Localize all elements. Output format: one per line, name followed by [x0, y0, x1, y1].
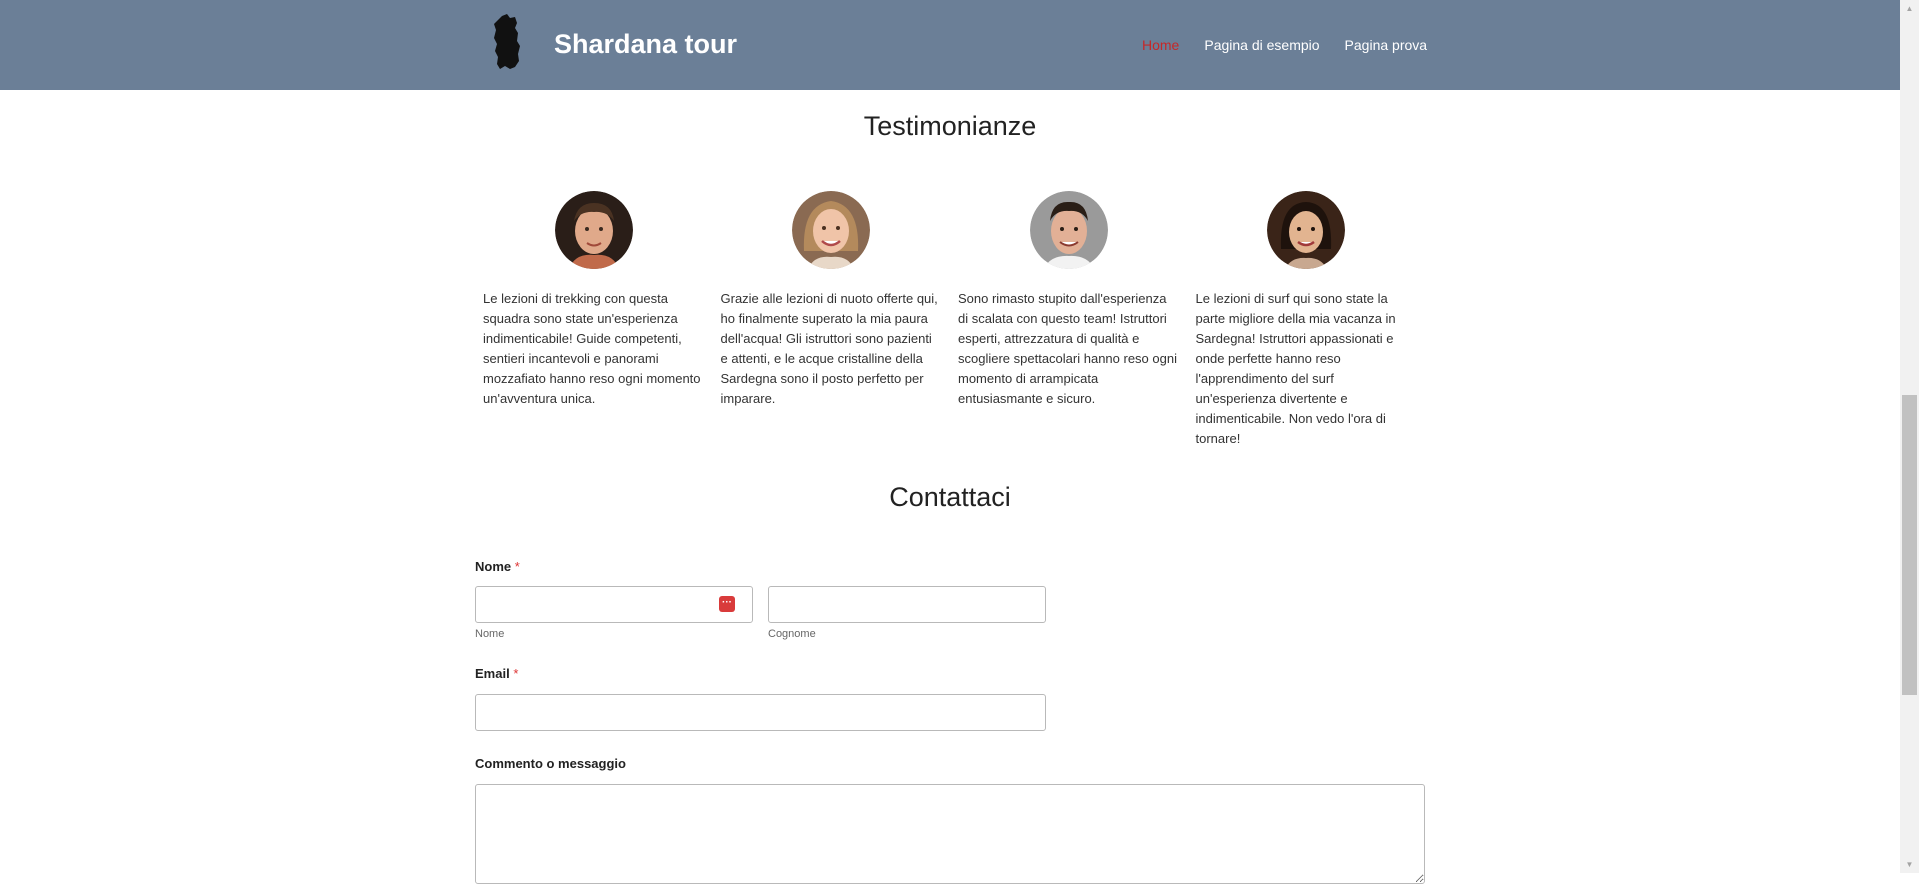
- scroll-up-icon[interactable]: ▲: [1900, 0, 1919, 17]
- required-marker: *: [514, 559, 520, 574]
- testimonial-text: Le lezioni di surf qui sono state la par…: [1195, 291, 1396, 446]
- page-scrollbar[interactable]: ▲ ▼: [1900, 0, 1919, 873]
- testimonial-text: Sono rimasto stupito dall'esperienza di …: [958, 291, 1177, 406]
- nav-item-home[interactable]: Home: [1142, 36, 1179, 54]
- testimonial-card: Le lezioni di trekking con questa squadr…: [475, 191, 713, 449]
- site-title[interactable]: Shardana tour: [554, 26, 737, 62]
- last-name-sublabel: Cognome: [768, 628, 816, 640]
- testimonials-title: Testimonianze: [863, 111, 1037, 141]
- first-name-input[interactable]: [475, 586, 753, 623]
- contact-title: Contattaci: [889, 482, 1011, 512]
- name-label: Nome *: [475, 559, 520, 574]
- nav-item-pagina-di-esempio[interactable]: Pagina di esempio: [1204, 36, 1319, 54]
- avatar: [554, 191, 633, 269]
- main-nav: Home Pagina di esempio Pagina prova: [1142, 36, 1427, 54]
- password-manager-icon[interactable]: ···: [719, 596, 735, 612]
- nav-item-pagina-prova[interactable]: Pagina prova: [1345, 36, 1428, 54]
- name-label-text: Nome: [475, 559, 512, 574]
- testimonial-text: Le lezioni di trekking con questa squadr…: [483, 291, 701, 406]
- avatar: [1267, 191, 1346, 269]
- avatar: [1029, 191, 1108, 269]
- message-label: Commento o messaggio: [475, 756, 626, 771]
- required-marker: *: [513, 666, 519, 681]
- testimonial-card: Le lezioni di surf qui sono state la par…: [1188, 191, 1426, 449]
- message-textarea[interactable]: [475, 784, 1425, 884]
- first-name-sublabel: Nome: [475, 628, 505, 640]
- sardinia-island-icon[interactable]: [488, 14, 524, 70]
- scroll-down-icon[interactable]: ▼: [1900, 856, 1919, 873]
- avatar: [792, 191, 871, 269]
- testimonials-list: Le lezioni di trekking con questa squadr…: [475, 191, 1425, 449]
- email-field[interactable]: [475, 694, 1046, 731]
- scrollbar-thumb[interactable]: [1902, 395, 1917, 695]
- testimonial-card: Sono rimasto stupito dall'esperienza di …: [950, 191, 1188, 449]
- email-label-text: Email: [475, 666, 510, 681]
- site-header: Shardana tour Home Pagina di esempio Pag…: [0, 0, 1900, 90]
- testimonial-card: Grazie alle lezioni di nuoto offerte qui…: [713, 191, 951, 449]
- email-label: Email *: [475, 666, 518, 681]
- last-name-input[interactable]: [768, 586, 1046, 623]
- testimonial-text: Grazie alle lezioni di nuoto offerte qui…: [720, 291, 938, 406]
